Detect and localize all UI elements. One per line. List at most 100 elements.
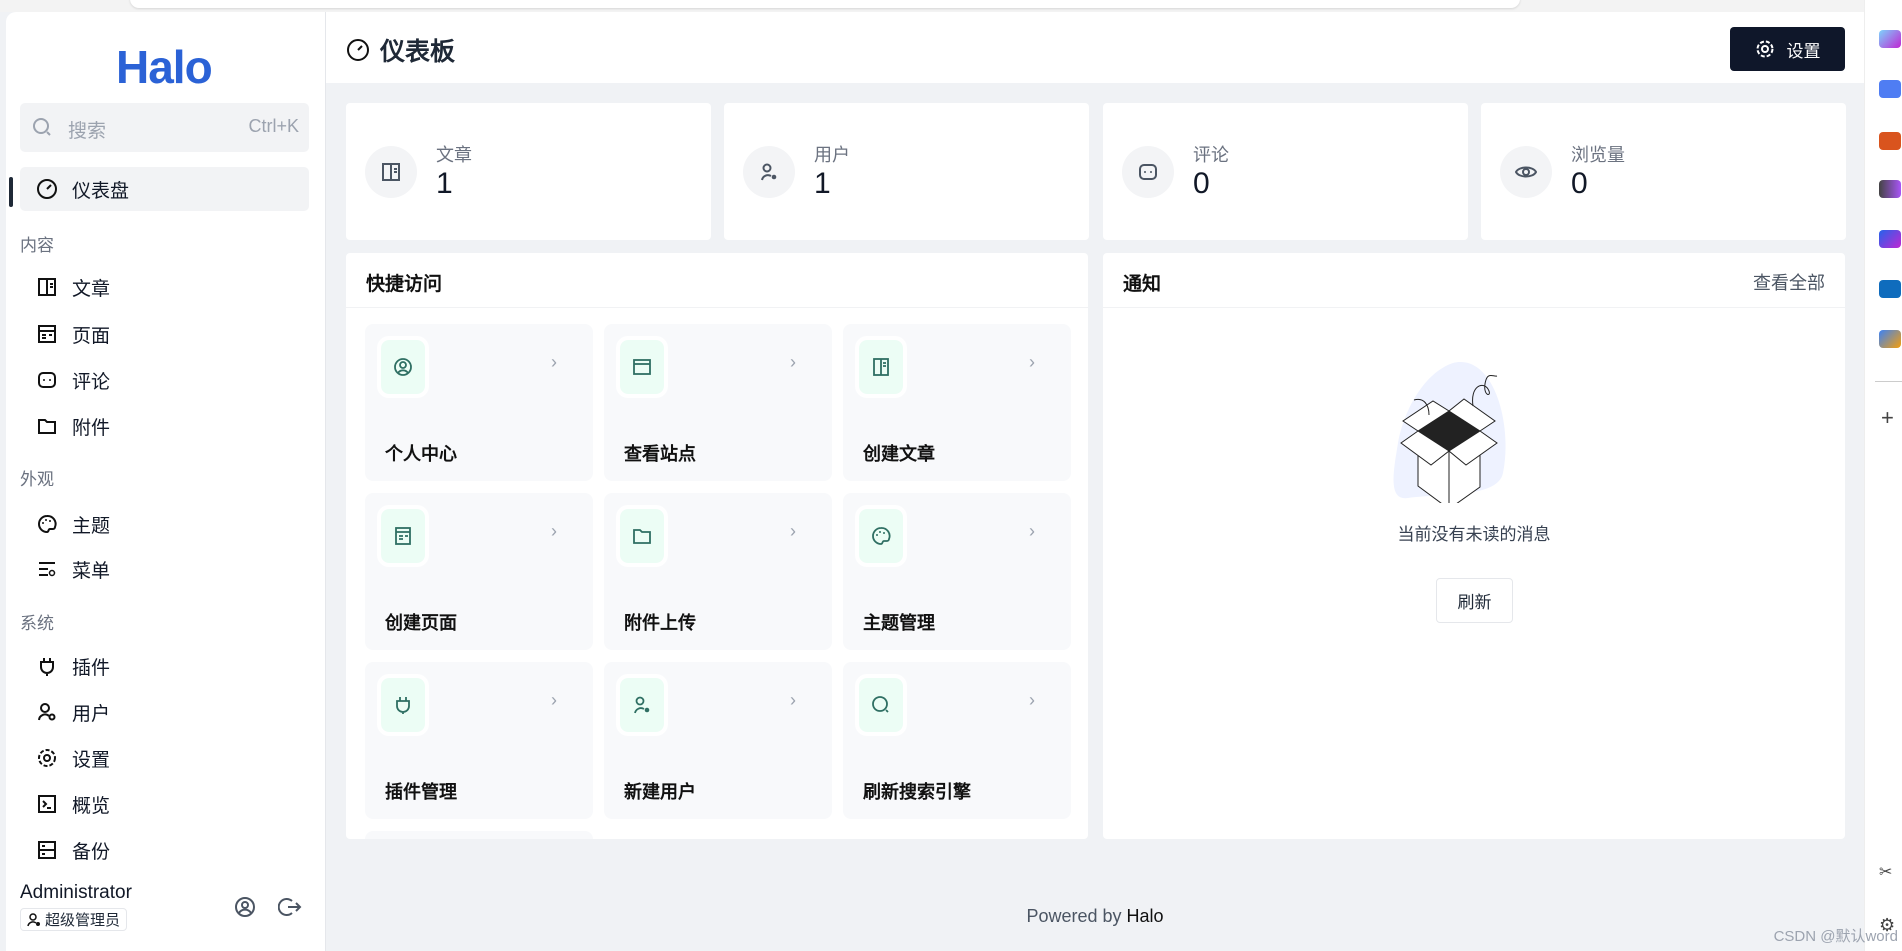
search-input[interactable]: 搜索 Ctrl+K bbox=[20, 103, 309, 152]
quick-access-tile[interactable]: › 刷新搜索引擎 bbox=[843, 662, 1071, 819]
dashboard-icon bbox=[347, 39, 369, 61]
chevron-right-icon: › bbox=[551, 352, 557, 372]
gear-icon bbox=[36, 747, 58, 769]
section-content: 内容 bbox=[20, 236, 54, 255]
page-title: 仪表板 bbox=[346, 32, 455, 68]
stat-label: 评论 bbox=[1193, 145, 1229, 165]
palette-icon bbox=[855, 505, 907, 567]
quick-access-tile[interactable]: › 查看站点 bbox=[604, 324, 832, 481]
watermark: CSDN @默认word bbox=[1773, 928, 1898, 945]
tile-label: 新建用户 bbox=[624, 782, 696, 802]
dashboard-icon bbox=[36, 178, 58, 200]
eye-icon bbox=[1500, 146, 1552, 198]
tile-label: 个人中心 bbox=[385, 444, 457, 464]
settings-button[interactable]: 设置 bbox=[1730, 27, 1845, 71]
tile-label: 插件管理 bbox=[385, 782, 457, 802]
sidebar-item-label: 页面 bbox=[72, 325, 111, 347]
stat-card-views: 浏览量 0 bbox=[1481, 103, 1846, 240]
panel-title: 快捷访问 bbox=[366, 274, 443, 295]
refresh-button[interactable]: 刷新 bbox=[1436, 578, 1513, 623]
active-indicator bbox=[9, 177, 13, 207]
page-icon bbox=[377, 505, 429, 567]
quick-access-tile[interactable]: › 插件管理 bbox=[365, 662, 593, 819]
chevron-right-icon: › bbox=[1029, 521, 1035, 541]
comment-icon bbox=[1122, 146, 1174, 198]
role-badge: 超级管理员 bbox=[20, 908, 128, 931]
user-gear-icon bbox=[616, 674, 668, 736]
chevron-right-icon: › bbox=[790, 690, 796, 710]
settings-label: 设置 bbox=[1786, 41, 1821, 61]
sidebar-item-label: 设置 bbox=[72, 749, 111, 771]
sidebar-item-comments[interactable]: 评论 bbox=[20, 358, 309, 402]
book-icon bbox=[855, 336, 907, 398]
sidebar-item-users[interactable]: 用户 bbox=[20, 690, 309, 734]
sidebar-item-label: 菜单 bbox=[72, 560, 111, 582]
sidebar: Halo 搜索 Ctrl+K 仪表盘 内容 文章 页面 评论 附件 外观 主题 … bbox=[6, 12, 326, 951]
sidebar-item-label: 仪表盘 bbox=[72, 180, 130, 202]
terminal-icon bbox=[36, 793, 58, 815]
sidebar-item-dashboard[interactable]: 仪表盘 bbox=[20, 167, 309, 211]
search-placeholder: 搜索 bbox=[68, 121, 107, 142]
plug-icon bbox=[377, 674, 429, 736]
halo-logo[interactable]: Halo bbox=[116, 40, 213, 94]
comment-icon bbox=[36, 369, 58, 391]
page-header: 仪表板 设置 bbox=[326, 12, 1864, 83]
tile-label: 查看站点 bbox=[624, 444, 696, 464]
sidebar-item-label: 概览 bbox=[72, 795, 111, 817]
user-circle-icon bbox=[377, 336, 429, 398]
browser-sidebar: + ✂ ⚙ bbox=[1864, 0, 1902, 951]
footer-brand-link[interactable]: Halo bbox=[1127, 906, 1164, 926]
add-icon[interactable]: + bbox=[1881, 405, 1894, 431]
quick-access-tile[interactable]: › 新建用户 bbox=[604, 662, 832, 819]
toolbox-icon[interactable] bbox=[1879, 132, 1901, 150]
sidebar-item-label: 备份 bbox=[72, 841, 111, 863]
page-icon bbox=[36, 323, 58, 345]
view-all-link[interactable]: 查看全部 bbox=[1753, 269, 1825, 295]
footer: Powered by Halo bbox=[326, 906, 1864, 927]
backup-icon bbox=[36, 839, 58, 861]
search-icon[interactable] bbox=[1879, 30, 1901, 48]
sidebar-item-attachments[interactable]: 附件 bbox=[20, 404, 309, 448]
quick-access-tile[interactable]: › 附件上传 bbox=[604, 493, 832, 650]
empty-message: 当前没有未读的消息 bbox=[1397, 525, 1551, 544]
outlook-icon[interactable] bbox=[1879, 280, 1901, 298]
profile-icon[interactable] bbox=[234, 896, 256, 918]
sidebar-item-overview[interactable]: 概览 bbox=[20, 782, 309, 826]
sidebar-item-themes[interactable]: 主题 bbox=[20, 502, 309, 546]
stat-label: 用户 bbox=[814, 145, 850, 165]
sidebar-item-plugins[interactable]: 插件 bbox=[20, 644, 309, 688]
sidebar-item-pages[interactable]: 页面 bbox=[20, 312, 309, 356]
quick-access-tile[interactable]: › 主题管理 bbox=[843, 493, 1071, 650]
user-gear-icon bbox=[36, 701, 58, 723]
address-bar[interactable] bbox=[130, 0, 1520, 8]
quick-access-tile[interactable]: › 创建文章 bbox=[843, 324, 1071, 481]
quick-access-tile[interactable]: › 创建页面 bbox=[365, 493, 593, 650]
sidebar-item-settings[interactable]: 设置 bbox=[20, 736, 309, 780]
tag-icon[interactable] bbox=[1879, 80, 1901, 98]
user-gear-icon bbox=[743, 146, 795, 198]
logout-icon[interactable] bbox=[278, 896, 302, 918]
chevron-right-icon: › bbox=[790, 521, 796, 541]
sidebar-item-backup[interactable]: 备份 bbox=[20, 828, 309, 872]
chevron-right-icon: › bbox=[1029, 690, 1035, 710]
send-icon[interactable] bbox=[1879, 330, 1901, 348]
browser-top-strip bbox=[0, 0, 1902, 12]
sidebar-item-label: 用户 bbox=[72, 703, 111, 725]
sidebar-item-posts[interactable]: 文章 bbox=[20, 265, 309, 309]
games-icon[interactable] bbox=[1879, 180, 1901, 198]
office-icon[interactable] bbox=[1879, 230, 1901, 248]
quick-access-tile-partial[interactable] bbox=[365, 831, 593, 839]
menu-icon bbox=[36, 558, 58, 580]
panel-title: 通知 bbox=[1123, 274, 1162, 295]
empty-box-illustration bbox=[1393, 362, 1506, 503]
sidebar-item-menus[interactable]: 菜单 bbox=[20, 547, 309, 591]
tile-label: 创建页面 bbox=[385, 613, 457, 633]
tile-label: 附件上传 bbox=[624, 613, 696, 633]
stat-card-comments: 评论 0 bbox=[1103, 103, 1468, 240]
footer-prefix: Powered by bbox=[1026, 906, 1127, 926]
screenshot-icon[interactable]: ✂ bbox=[1879, 862, 1892, 882]
sidebar-item-label: 主题 bbox=[72, 515, 111, 537]
quick-access-tile[interactable]: › 个人中心 bbox=[365, 324, 593, 481]
page-title-text: 仪表板 bbox=[380, 38, 456, 66]
folder-icon bbox=[36, 415, 58, 437]
